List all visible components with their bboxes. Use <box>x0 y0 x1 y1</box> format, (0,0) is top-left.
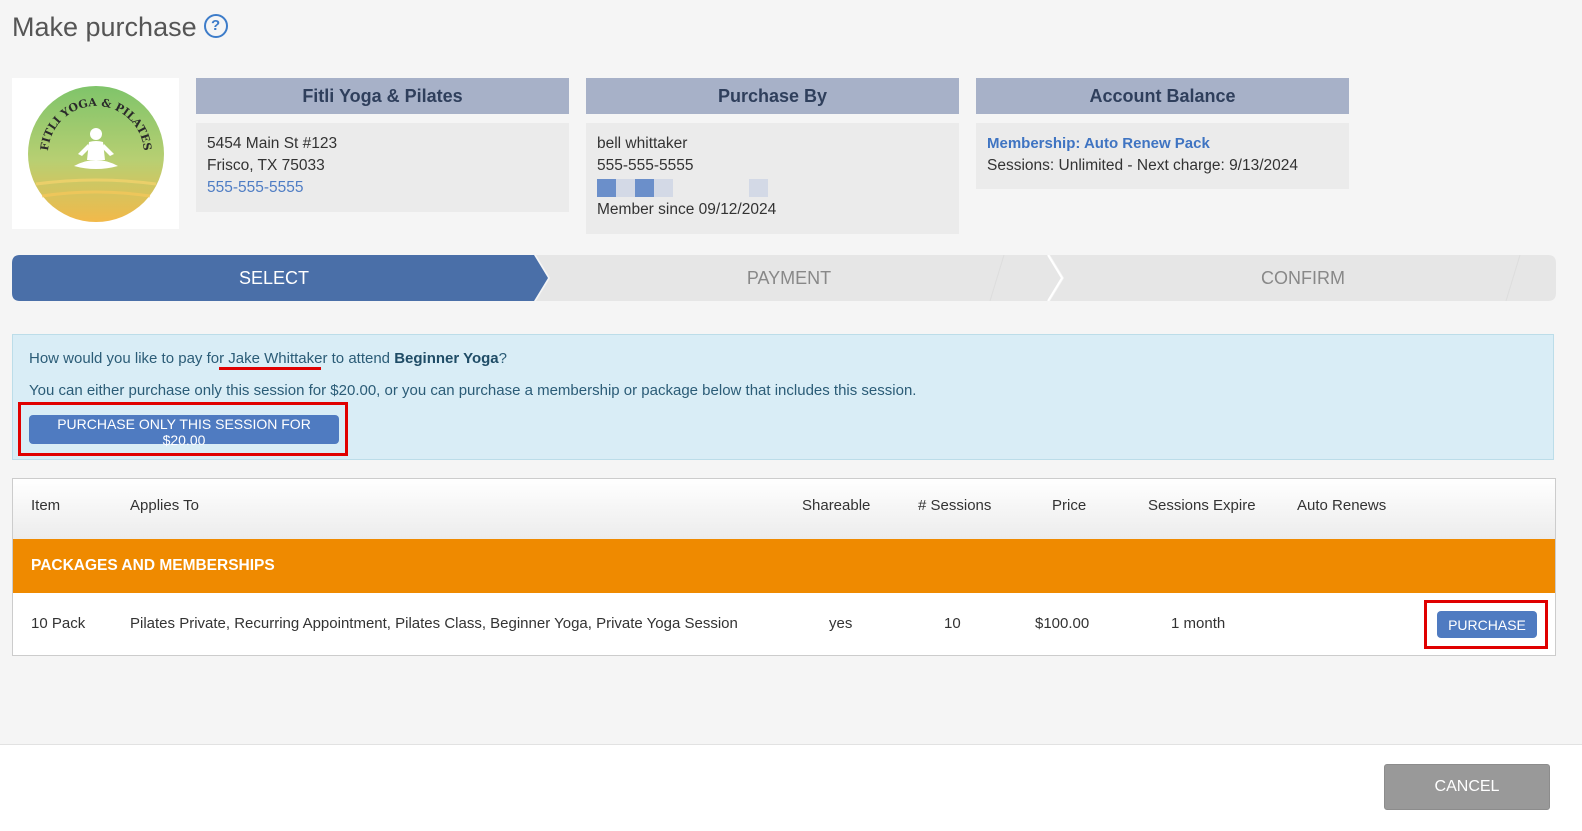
redacted-info <box>597 179 948 197</box>
studio-phone-link[interactable]: 555-555-5555 <box>207 177 558 199</box>
help-icon[interactable]: ? <box>203 13 228 38</box>
purchaser-phone: 555-555-5555 <box>597 157 694 174</box>
table-header: Item Applies To Shareable # Sessions Pri… <box>13 479 1555 539</box>
package-item-link[interactable]: 10 Pack <box>31 593 85 655</box>
step-payment: PAYMENT <box>746 268 832 288</box>
page-title-text: Make purchase <box>12 12 197 42</box>
col-applies-to: Applies To <box>130 497 199 514</box>
info-q-mid: to attend <box>327 350 395 367</box>
logo-image: FITLI YOGA & PILATES <box>27 85 164 222</box>
balance-card-body: Membership: Auto Renew Pack Sessions: Un… <box>976 123 1349 189</box>
info-question: How would you like to pay for Jake Whitt… <box>29 350 507 367</box>
class-name: Beginner Yoga <box>394 350 499 367</box>
purchaser-name: bell whittaker <box>597 135 688 152</box>
studio-address-line2: Frisco, TX 75033 <box>207 157 325 174</box>
package-expire: 1 month <box>1171 615 1226 632</box>
purchase-button-highlight <box>1424 600 1548 649</box>
page-title: Make purchase ? <box>12 12 228 43</box>
package-sessions: 10 <box>944 615 961 632</box>
purchaser-card: Purchase By bell whittaker 555-555-5555 … <box>586 78 959 234</box>
package-shareable: yes <box>829 615 853 632</box>
step-select: SELECT <box>238 268 310 288</box>
info-q-suffix: ? <box>498 350 507 367</box>
col-price: Price <box>1052 497 1087 514</box>
info-subtext: You can either purchase only this sessio… <box>29 382 917 399</box>
membership-link[interactable]: Membership: Auto Renew Pack <box>987 133 1338 155</box>
info-q-prefix: How would you like to pay for <box>29 350 229 367</box>
col-auto-renews: Auto Renews <box>1297 497 1387 514</box>
col-sessions: # Sessions <box>918 497 992 514</box>
studio-logo: FITLI YOGA & PILATES <box>12 78 179 229</box>
cancel-button[interactable]: CANCEL <box>1384 764 1550 810</box>
col-sessions-expire: Sessions Expire <box>1148 497 1256 514</box>
progress-steps: SELECT PAYMENT CONFIRM <box>12 255 1556 301</box>
step-confirm: CONFIRM <box>1261 268 1345 288</box>
group-row-packages: PACKAGES AND MEMBERSHIPS <box>13 539 1555 593</box>
col-item: Item <box>31 497 61 514</box>
studio-card-body: 5454 Main St #123 Frisco, TX 75033 555-5… <box>196 123 569 212</box>
packages-table: Item Applies To Shareable # Sessions Pri… <box>12 478 1556 656</box>
package-price: $100.00 <box>1035 615 1090 632</box>
name-underline-annotation <box>219 367 321 370</box>
attendee-name: Jake Whittaker <box>228 350 328 367</box>
purchaser-card-header: Purchase By <box>586 78 959 114</box>
membership-details: Sessions: Unlimited - Next charge: 9/13/… <box>987 157 1299 174</box>
studio-card: Fitli Yoga & Pilates 5454 Main St #123 F… <box>196 78 569 212</box>
dialog-footer: CANCEL <box>0 744 1582 831</box>
studio-card-header: Fitli Yoga & Pilates <box>196 78 569 114</box>
purchaser-card-body: bell whittaker 555-555-5555 Member since… <box>586 123 959 234</box>
session-button-highlight <box>18 402 348 456</box>
balance-card: Account Balance Membership: Auto Renew P… <box>976 78 1349 189</box>
col-shareable: Shareable <box>802 497 871 514</box>
studio-address-line1: 5454 Main St #123 <box>207 135 338 152</box>
member-since: Member since 09/12/2024 <box>597 201 777 218</box>
package-applies-to: Pilates Private, Recurring Appointment, … <box>130 615 738 632</box>
balance-card-header: Account Balance <box>976 78 1349 114</box>
